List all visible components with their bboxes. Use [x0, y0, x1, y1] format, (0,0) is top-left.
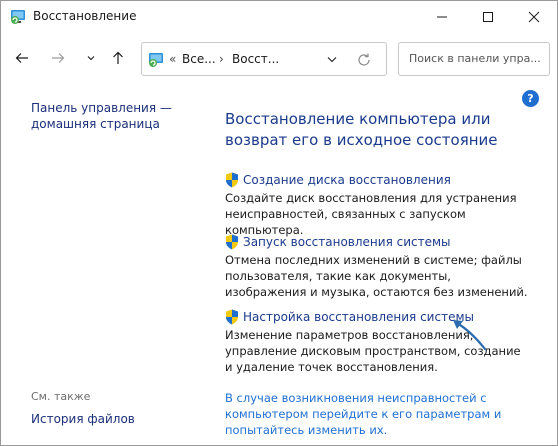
open-system-restore-link[interactable]: Запуск восстановления системы	[225, 233, 530, 251]
maximize-icon	[483, 12, 493, 22]
file-history-link[interactable]: История файлов	[31, 411, 135, 427]
task-system-restore: Запуск восстановления системы Отмена пос…	[225, 233, 530, 300]
control-panel-home-line1[interactable]: Панель управления —	[31, 100, 172, 116]
back-button[interactable]	[11, 47, 33, 69]
forward-button[interactable]	[47, 47, 69, 69]
minimize-button[interactable]	[419, 1, 465, 33]
open-system-restore-label[interactable]: Запуск восстановления системы	[243, 235, 451, 249]
breadcrumb-separator-icon: ›	[219, 52, 224, 66]
address-dropdown-icon[interactable]	[325, 51, 339, 67]
search-input[interactable]	[407, 51, 547, 66]
close-button[interactable]	[511, 1, 557, 33]
minimize-icon	[437, 16, 447, 18]
open-system-restore-desc: Отмена последних изменений в системе; фа…	[225, 253, 528, 299]
recovery-window: Восстановление « Все... › Восст... Поиск…	[0, 0, 558, 446]
window-title: Восстановление	[33, 9, 137, 23]
uac-shield-icon	[226, 309, 238, 325]
create-recovery-drive-desc: Создайте диск восстановления для устране…	[225, 191, 517, 237]
close-icon	[528, 11, 540, 23]
recent-locations-button[interactable]	[80, 47, 102, 69]
create-recovery-drive-label[interactable]: Создание диска восстановления	[243, 173, 451, 187]
address-bar[interactable]: « Все... › Восст...	[141, 42, 387, 76]
arrow-right-icon	[52, 53, 65, 63]
search-box[interactable]	[398, 42, 550, 76]
task-create-recovery-drive: Создание диска восстановления Создайте д…	[225, 171, 530, 238]
arrow-up-icon	[113, 51, 123, 64]
configure-system-restore-label[interactable]: Настройка восстановления системы	[243, 310, 474, 324]
control-panel-home-link[interactable]: Панель управления — домашняя страница	[31, 100, 172, 132]
recovery-app-icon	[11, 10, 25, 24]
breadcrumb-recovery[interactable]: Восст...	[232, 52, 279, 66]
page-title: Восстановление компьютера или возврат ег…	[225, 110, 498, 149]
see-also-label: См. также	[31, 390, 91, 403]
pointer-arrow-icon	[453, 320, 487, 351]
help-icon[interactable]: ?	[522, 90, 539, 107]
maximize-button[interactable]	[465, 1, 511, 33]
up-button[interactable]	[107, 47, 129, 69]
uac-shield-icon	[226, 172, 238, 188]
refresh-icon[interactable]	[354, 50, 374, 70]
control-panel-icon	[149, 53, 163, 67]
breadcrumb-all[interactable]: Все...	[182, 52, 216, 66]
create-recovery-drive-link[interactable]: Создание диска восстановления	[225, 171, 530, 189]
reset-pc-settings-link[interactable]: В случае возникновения неисправностей с …	[225, 390, 525, 438]
title-bar: Восстановление	[1, 1, 557, 33]
uac-shield-icon	[226, 234, 238, 250]
control-panel-home-line2[interactable]: домашняя страница	[31, 116, 172, 132]
navigation-bar: « Все... › Восст...	[1, 39, 557, 79]
chevron-down-icon	[87, 56, 95, 61]
overflow-chevron-icon[interactable]: «	[169, 52, 176, 66]
arrow-left-icon	[15, 53, 28, 63]
